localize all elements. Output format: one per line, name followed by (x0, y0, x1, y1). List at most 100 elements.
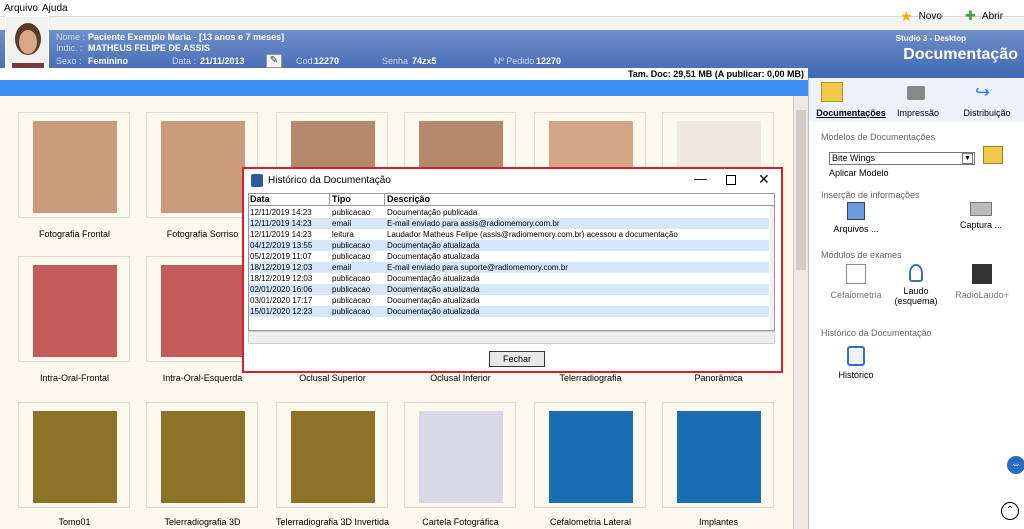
abrir-label: Abrir (981, 10, 1004, 22)
table-header: Data Tipo Descrição (249, 194, 774, 206)
historico-label: Histórico (838, 370, 874, 380)
table-row[interactable]: 18/12/2019 12:03 email E-mail enviado para… (249, 262, 769, 273)
cod-label: Cod. (296, 56, 316, 66)
table-row[interactable]: 04/12/2019 13:55 publicacao Documentação a… (249, 240, 769, 251)
picture-icon (847, 202, 865, 220)
table-row[interactable]: 12/11/2019 14:23 leitura Laudador Matheus … (249, 229, 769, 240)
scroll-up-icon[interactable]: ⌃ (1001, 502, 1019, 520)
thumb-image (677, 411, 761, 503)
historico-button[interactable]: Histórico (821, 346, 891, 380)
table-row[interactable]: 02/01/2020 16:06 publicacao Documentação a… (249, 284, 769, 295)
model-select[interactable]: Bite Wings ▼ (829, 152, 975, 165)
thumb-image (161, 265, 245, 357)
open-icon: ✚ (965, 8, 976, 23)
document-icon (847, 346, 865, 366)
table-scrollbar[interactable] (770, 206, 774, 330)
table-row[interactable]: 05/12/2019 11:07 publicacao Documentação a… (249, 251, 769, 262)
table-row[interactable]: 12/11/2019 14:23 publicacao Documentação p… (249, 207, 769, 218)
close-icon[interactable]: ✕ (758, 171, 770, 188)
radiolaudo-label: RadioLaudo+ (955, 290, 1009, 300)
gallery-scrollbar[interactable] (793, 96, 808, 529)
thumb-image (33, 121, 117, 213)
cefalometria-label: Cefalometria (830, 290, 882, 300)
thumb-caption: Intra-Oral-Frontal (39, 373, 110, 383)
gallery-thumb[interactable] (18, 112, 130, 218)
novo-button[interactable]: ★ Novo (900, 8, 942, 25)
arquivos-label: Arquivos ... (833, 224, 879, 234)
abrir-button[interactable]: ✚ Abrir (965, 8, 1003, 24)
tab-documentacoes[interactable]: Documentações (815, 82, 887, 118)
gallery-thumb[interactable] (404, 402, 516, 508)
captura-button[interactable]: Captura ... (946, 202, 1016, 230)
table-row[interactable]: 12/11/2019 14:23 email E-mail enviado para… (249, 218, 769, 229)
share-arrow-icon: ↪ (975, 82, 991, 102)
thumb-image (33, 265, 117, 357)
help-icon[interactable]: ⇔ (1007, 456, 1024, 474)
pedido-label: Nº Pedido (494, 56, 535, 66)
table-row[interactable]: 03/01/2020 17:17 publicacao Documentação a… (249, 295, 769, 306)
historico-dialog: Histórico da Documentação — ✕ Data Tipo … (242, 167, 783, 373)
edit-icon[interactable]: ✎ (266, 54, 282, 68)
cell-tipo: publicacao (332, 241, 371, 250)
thumb-caption: Cefalometria Lateral (549, 517, 632, 527)
arquivos-button[interactable]: Arquivos ... (821, 202, 891, 234)
cell-data: 03/01/2020 17:17 (250, 296, 313, 305)
thumb-caption: Telerradiografia 3D Invertida (275, 517, 390, 527)
aplicar-modelo-link[interactable]: Aplicar Modelo (829, 168, 889, 178)
tab-impressao[interactable]: Impressão (893, 86, 943, 118)
star-icon: ★ (900, 8, 913, 24)
thumb-image (161, 411, 245, 503)
thumb-image (161, 121, 245, 213)
toolbar-strip (0, 80, 808, 96)
size-info: Tam. Doc: 29,51 MB (A publicar: 0,00 MB) (0, 68, 808, 80)
table-row[interactable]: 15/01/2020 12:23 publicacao Documentação a… (249, 306, 769, 317)
radiolaudo-button[interactable]: RadioLaudo+ (947, 264, 1017, 300)
cell-data: 12/11/2019 14:23 (250, 219, 312, 228)
header-descricao[interactable]: Descrição (387, 194, 430, 204)
cell-tipo: leitura (332, 230, 354, 239)
maximize-icon[interactable] (726, 175, 736, 185)
tab-distribuicao[interactable]: ↪ Distribuição (959, 82, 1015, 118)
thumb-caption: Implantes (698, 517, 739, 527)
chevron-down-icon[interactable]: ▼ (962, 153, 973, 164)
laudo-button[interactable]: Laudo (esquema) (881, 264, 951, 306)
header-data[interactable]: Data (250, 194, 270, 204)
folder-open-icon[interactable] (983, 146, 1003, 164)
right-panel: Documentações Impressão ↪ Distribuição M… (808, 78, 1024, 529)
cell-data: 15/01/2020 12:23 (250, 307, 313, 316)
indic-label: Indic. : (56, 43, 83, 53)
dialog-title: Histórico da Documentação (268, 175, 391, 186)
thumb-caption: Telerradiografia 3D (164, 517, 241, 527)
fechar-button[interactable]: Fechar (489, 351, 545, 367)
scroll-thumb[interactable] (796, 110, 806, 270)
gallery-thumb[interactable] (18, 256, 130, 362)
thumb-caption: Oclusal Superior (299, 373, 366, 383)
gallery-thumb[interactable] (276, 402, 388, 508)
patient-photo (5, 16, 49, 74)
data-label: Data : (172, 56, 197, 66)
gallery-thumb[interactable] (18, 402, 130, 508)
menu-bar: Arquivo Ajuda (0, 0, 1024, 17)
table-row[interactable]: 18/12/2019 12:03 publicacao Documentação a… (249, 273, 769, 284)
cell-tipo: email (332, 219, 352, 228)
patient-indic: MATHEUS FELIPE DE ASSIS (88, 43, 211, 53)
sexo-label: Sexo : (56, 56, 82, 66)
header-tipo[interactable]: Tipo (332, 194, 351, 204)
menu-ajuda[interactable]: Ajuda (42, 3, 68, 14)
senha-label: Senha (382, 56, 409, 66)
insercao-title: Inserção de informações (821, 190, 920, 200)
laudo-icon (909, 264, 923, 282)
minimize-icon[interactable]: — (694, 171, 707, 186)
thumb-caption: Oclusal Inferior (430, 373, 491, 383)
menu-arquivo[interactable]: Arquivo (4, 3, 38, 14)
table-hscrollbar[interactable] (248, 331, 775, 344)
gallery-thumb[interactable] (662, 402, 774, 508)
cell-data: 12/11/2019 14:23 (250, 208, 312, 217)
tooth-xray-icon (972, 264, 992, 284)
gallery-thumb[interactable] (534, 402, 646, 508)
tab-documentacoes-label: Documentações (816, 108, 886, 118)
tab-impressao-label: Impressão (896, 108, 940, 118)
cell-desc: Laudador Matheus Felipe (assis@radiomemo… (387, 230, 678, 239)
patient-senha: 74zx5 (412, 56, 437, 66)
gallery-thumb[interactable] (146, 402, 258, 508)
